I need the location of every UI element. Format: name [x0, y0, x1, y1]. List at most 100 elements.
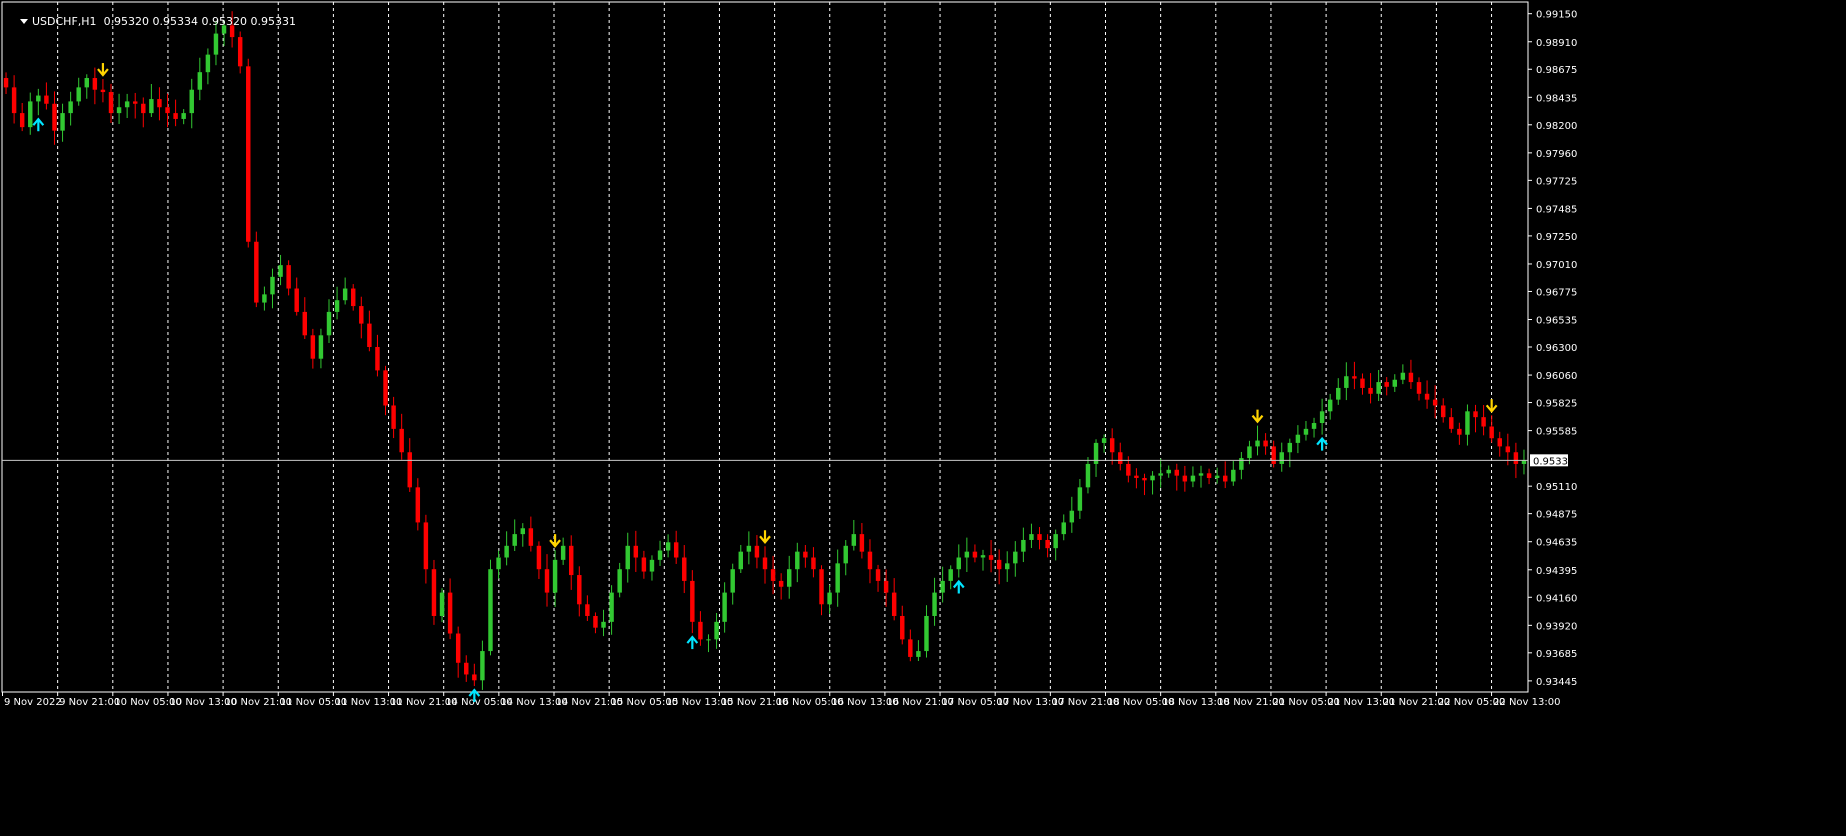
candle-body [1497, 438, 1502, 447]
chart-window[interactable]: 9 Nov 2022 9 Nov 21:00 10 Nov 05:00 10 Nov … [0, 0, 1846, 836]
candle-body [431, 569, 437, 616]
candle-body [843, 545, 848, 564]
candle-body [254, 241, 259, 303]
price-axis-label: 0.93445 [1536, 677, 1577, 688]
dropdown-triangle-icon[interactable] [20, 19, 28, 24]
candle-body [1231, 469, 1236, 482]
candle-body [1223, 475, 1228, 482]
price-axis-label: 0.98435 [1536, 93, 1577, 104]
price-axis-label: 0.95585 [1536, 427, 1577, 438]
candle-body [1190, 475, 1196, 482]
candle-body [698, 621, 703, 640]
candle-body [1126, 463, 1131, 476]
candle-body [1400, 372, 1406, 380]
candle-body [351, 288, 356, 307]
price-chart[interactable]: 9 Nov 20229 Nov 21:0010 Nov 05:0010 Nov … [0, 0, 1846, 836]
candle-body [149, 99, 154, 114]
candle-body [867, 551, 873, 570]
candle-body [972, 551, 978, 558]
candle-body [1021, 539, 1026, 552]
candle-body [455, 633, 461, 663]
plot-frame [1, 1, 1529, 693]
price-axis-label: 0.95110 [1536, 482, 1577, 493]
candle-body [197, 72, 203, 90]
candle-body [246, 66, 251, 242]
candle-body [1085, 463, 1091, 488]
candle-body [1101, 438, 1107, 443]
candle-body [560, 545, 566, 560]
candle-body [1198, 473, 1204, 476]
candle-body [924, 615, 929, 652]
candle-body [286, 265, 291, 289]
price-axis-label: 0.94395 [1536, 566, 1577, 577]
price-axis-label: 0.94635 [1536, 538, 1577, 549]
price-axis-label: 0.97485 [1536, 204, 1577, 215]
candle-body [383, 370, 388, 406]
candle-body [1513, 452, 1519, 464]
candle-body [1327, 399, 1333, 412]
candle-body [181, 113, 186, 119]
candle-body [1045, 539, 1050, 549]
candle-body [302, 311, 307, 336]
candle-body [722, 592, 727, 622]
price-axis-label: 0.96300 [1536, 343, 1577, 354]
candle-body [770, 569, 776, 581]
candle-body [609, 592, 614, 622]
candle-body [464, 662, 469, 675]
candle-body [1279, 452, 1284, 464]
candle-body [1287, 442, 1293, 453]
candle-body [1150, 475, 1155, 481]
candle-body [738, 551, 743, 570]
candle-body [1029, 534, 1034, 540]
candle-body [173, 113, 178, 119]
candle-body [407, 452, 412, 488]
candle-body [633, 545, 639, 558]
candle-body [480, 651, 485, 681]
candle-body [932, 592, 937, 616]
price-axis-label: 0.98675 [1536, 65, 1577, 76]
candle-body [754, 545, 760, 558]
candle-body [601, 621, 606, 628]
candle-body [552, 559, 558, 593]
price-axis-label: 0.96060 [1536, 371, 1577, 382]
candle-body [948, 569, 953, 581]
price-axis-label: 0.93920 [1536, 621, 1577, 632]
candle-body [359, 306, 364, 324]
price-axis-label: 0.97725 [1536, 176, 1577, 187]
candle-body [940, 580, 945, 593]
candle-body [334, 300, 340, 312]
time-axis-label: 9 Nov 2022 [4, 697, 62, 708]
candle-body [375, 347, 380, 371]
candle-body [1360, 378, 1365, 388]
down-arrow-icon [1251, 409, 1264, 424]
candle-body [988, 555, 994, 560]
candle-body [1392, 379, 1397, 387]
candle-body [819, 569, 824, 605]
candle-body [1271, 446, 1276, 464]
candle-body [811, 557, 816, 570]
candle-body [157, 99, 162, 108]
candle-body [690, 580, 695, 622]
candle-body [706, 639, 711, 641]
candle-body [1481, 417, 1486, 427]
candle-body [1037, 534, 1042, 540]
candle-body [237, 37, 243, 67]
candle-body [1206, 473, 1212, 478]
up-arrow-icon [686, 635, 699, 650]
candle-body [472, 674, 477, 681]
candle-body [996, 559, 1002, 570]
candle-body [1352, 376, 1357, 379]
candle-body [1109, 438, 1115, 453]
ohlc-readout: 0.95320 0.95334 0.95320 0.95331 [103, 15, 297, 28]
candle-body [617, 569, 622, 593]
candle-body [504, 545, 509, 558]
time-axis-label: 22 Nov 13:00 [1493, 697, 1560, 708]
candle-body [342, 288, 348, 301]
candle-body [577, 575, 582, 605]
candle-body [908, 639, 913, 657]
candle-body [326, 311, 332, 336]
price-axis-label: 0.98910 [1536, 38, 1577, 49]
candle-body [1384, 382, 1389, 387]
candle-body [520, 528, 525, 535]
candle-body [84, 78, 89, 88]
